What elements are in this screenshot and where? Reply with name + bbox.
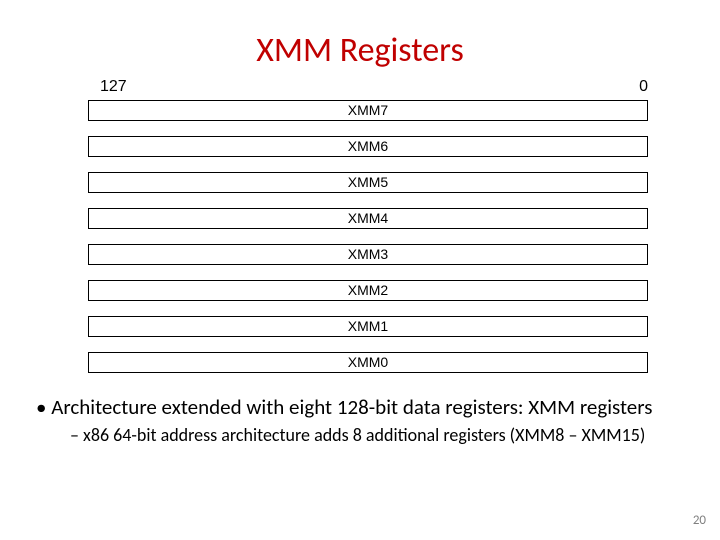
register-label: XMM3: [88, 244, 648, 265]
register-label: XMM1: [88, 316, 648, 337]
page-number: 20: [693, 513, 706, 528]
bullet-list: Architecture extended with eight 128-bit…: [30, 395, 690, 446]
register-row: XMM5: [88, 172, 648, 208]
register-label: XMM0: [88, 352, 648, 373]
bit-label-low: 0: [639, 78, 648, 96]
register-label: XMM7: [88, 100, 648, 121]
register-label: XMM5: [88, 172, 648, 193]
register-label: XMM4: [88, 208, 648, 229]
register-row: XMM3: [88, 244, 648, 280]
register-diagram: XMM7 XMM6 XMM5 XMM4 XMM3 XMM2 XMM1 XMM0: [88, 100, 648, 388]
register-row: XMM6: [88, 136, 648, 172]
bit-label-high: 127: [100, 78, 127, 96]
register-row: XMM1: [88, 316, 648, 352]
register-row: XMM7: [88, 100, 648, 136]
register-row: XMM2: [88, 280, 648, 316]
bullet-level-1: Architecture extended with eight 128-bit…: [36, 395, 690, 419]
register-row: XMM0: [88, 352, 648, 388]
bullet-level-2: x86 64-bit address architecture adds 8 a…: [70, 425, 690, 446]
register-row: XMM4: [88, 208, 648, 244]
slide: XMM Registers 127 0 XMM7 XMM6 XMM5 XMM4 …: [0, 0, 720, 540]
page-title: XMM Registers: [0, 30, 720, 71]
register-label: XMM6: [88, 136, 648, 157]
register-label: XMM2: [88, 280, 648, 301]
